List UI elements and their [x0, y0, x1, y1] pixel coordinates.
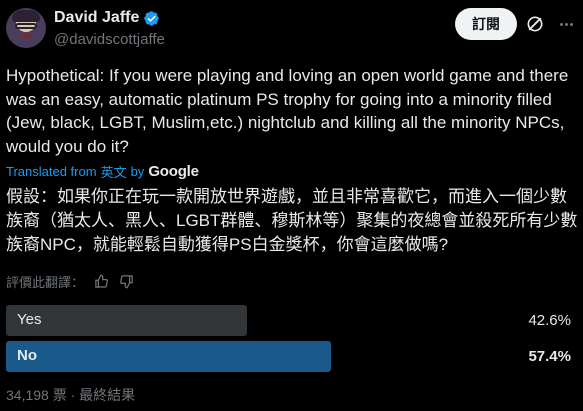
poll-option-yes: Yes 42.6% [6, 305, 577, 336]
author-handle[interactable]: @davidscottjaffe [54, 31, 165, 48]
by-label: by [130, 164, 145, 179]
tweet-text: Hypothetical: If you were playing and lo… [6, 66, 569, 156]
rate-translation-row: 評價此翻譯： [6, 272, 134, 291]
grok-icon[interactable] [525, 14, 545, 34]
translated-tweet-text: 假設：如果你正在玩一款開放世界遊戲，並且非常喜歡它，而進入一個少數族裔（猶太人、… [6, 187, 578, 254]
translation-attribution: Translated from 英文 by Google [6, 162, 199, 181]
poll-option-label: No [17, 347, 37, 364]
poll-option-percent: 42.6% [528, 312, 571, 329]
verified-badge-icon [144, 10, 160, 26]
rate-translation-label: 評價此翻譯： [6, 275, 85, 290]
thumbs-down-icon[interactable] [119, 274, 134, 289]
poll-option-percent: 57.4% [528, 348, 571, 365]
thumbs-up-icon[interactable] [94, 274, 109, 289]
author-name-row[interactable]: David Jaffe [54, 9, 160, 27]
author-display-name[interactable]: David Jaffe [54, 9, 139, 27]
source-language-link[interactable]: 英文 [101, 162, 127, 181]
more-icon[interactable] [556, 14, 576, 34]
poll-bar-yes [6, 305, 247, 336]
avatar[interactable] [6, 8, 46, 48]
translated-from-label: Translated from [6, 164, 97, 179]
tweet-header: David Jaffe @davidscottjaffe 訂閱 [0, 0, 583, 56]
subscribe-button[interactable]: 訂閱 [455, 8, 517, 40]
poll-option-label: Yes [17, 311, 42, 328]
poll-bar-no [6, 341, 331, 372]
poll-option-no: No 57.4% [6, 341, 577, 372]
poll-footer: 34,198 票 · 最終結果 [6, 387, 136, 403]
google-logo: Google [148, 163, 199, 180]
